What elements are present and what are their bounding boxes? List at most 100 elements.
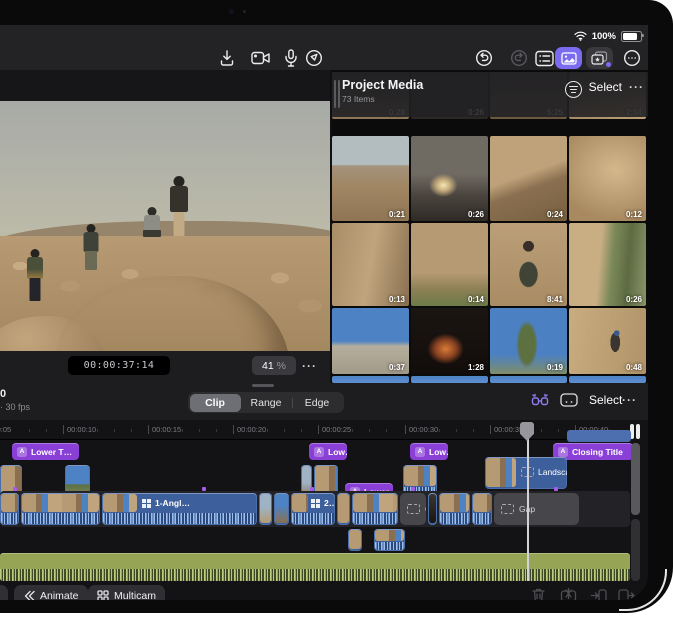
- media-thumb[interactable]: 1:28: [411, 308, 488, 374]
- person-seated: [142, 207, 162, 239]
- gap-label: G…: [425, 504, 426, 514]
- gap-clip[interactable]: Gap: [494, 493, 579, 525]
- ruler-label: 00:00:05: [0, 425, 11, 434]
- media-thumb[interactable]: [569, 376, 646, 383]
- animate-button[interactable]: Animate: [14, 585, 88, 600]
- media-thumb[interactable]: 0:12: [569, 136, 646, 221]
- insert-clip-icon[interactable]: [588, 586, 608, 600]
- app-screen: 100%: [0, 25, 648, 600]
- effects-button[interactable]: [586, 47, 613, 69]
- tab-clip[interactable]: Clip: [190, 394, 241, 412]
- storyline-clip[interactable]: [274, 493, 289, 525]
- media-thumb[interactable]: 8:41: [490, 223, 567, 306]
- connected-clip-bar[interactable]: [567, 430, 631, 442]
- redo-icon[interactable]: [508, 48, 530, 68]
- multicam-button[interactable]: Multicam: [88, 585, 165, 600]
- edit-mode-segmented-control: Clip Range Edge: [188, 392, 344, 413]
- pencil-tool-icon[interactable]: [303, 48, 325, 68]
- media-thumb[interactable]: [411, 376, 488, 383]
- tab-range[interactable]: Range: [241, 394, 292, 412]
- playhead-line[interactable]: [527, 422, 529, 581]
- sensor-dot: [243, 10, 246, 13]
- storyline-clip[interactable]: [259, 493, 272, 525]
- media-thumb[interactable]: 0:26: [411, 136, 488, 221]
- clip-duration: 0:37: [389, 363, 405, 372]
- panel-grip[interactable]: [334, 80, 336, 108]
- title-badge: A: [558, 447, 568, 457]
- ipad-device-frame: 100%: [0, 0, 673, 613]
- timeline-bottom-bar: Animate Multicam: [0, 582, 648, 600]
- clip-duration: 0:19: [547, 363, 563, 372]
- filter-icon[interactable]: [565, 81, 582, 98]
- timecode-display[interactable]: 00:00:37:14: [68, 356, 170, 375]
- media-item-count: 73 Items: [342, 94, 375, 104]
- storyline-clip[interactable]: [439, 493, 470, 525]
- audio-clip[interactable]: [0, 553, 630, 581]
- title-clip[interactable]: ALower T…: [12, 443, 79, 460]
- media-thumb[interactable]: 0:48: [569, 308, 646, 374]
- media-thumb[interactable]: [490, 376, 567, 383]
- status-cluster: 100%: [574, 29, 642, 43]
- timeline-ruler[interactable]: 00:00:05 00:00:10 00:00:15 00:00:20 00:0…: [0, 420, 630, 440]
- import-icon[interactable]: [216, 48, 238, 68]
- media-thumb[interactable]: 0:13: [332, 223, 409, 306]
- media-thumb[interactable]: 0:37: [332, 308, 409, 374]
- viewer-video-frame[interactable]: [0, 101, 330, 351]
- clip-duration: 0:13: [389, 295, 405, 304]
- media-thumb[interactable]: 0:19: [490, 308, 567, 374]
- pane-resize-grip[interactable]: [252, 384, 274, 387]
- storyline-clip[interactable]: [428, 493, 437, 525]
- inspector-icon[interactable]: [533, 48, 555, 68]
- multicam-clip[interactable]: 2…: [291, 493, 335, 525]
- vertical-scrollbar[interactable]: [631, 443, 640, 515]
- storyline-clip[interactable]: [0, 493, 19, 525]
- person-mid-left: [82, 224, 100, 270]
- storyline-clip[interactable]: [337, 493, 350, 525]
- panel-grip[interactable]: [338, 80, 340, 108]
- zoom-unit: %: [277, 360, 286, 372]
- media-thumb[interactable]: 0:14: [411, 223, 488, 306]
- viewer-more-button[interactable]: ···: [302, 359, 317, 373]
- clip-duration: 0:12: [626, 210, 642, 219]
- landscape-clip[interactable]: Landscap…: [485, 457, 567, 489]
- record-video-icon[interactable]: [250, 48, 272, 68]
- animate-icon: [23, 590, 35, 601]
- front-camera: [229, 9, 234, 14]
- ruler-label: 00:00:30: [405, 425, 438, 434]
- media-more-button[interactable]: ···: [629, 80, 644, 94]
- notification-dot: [606, 62, 611, 67]
- title-clip[interactable]: ALow…: [410, 443, 448, 460]
- media-thumb[interactable]: 0:26: [569, 223, 646, 306]
- microphone-icon[interactable]: [280, 48, 302, 68]
- clip-label: 2…: [324, 498, 335, 508]
- storyline-clip[interactable]: [472, 493, 492, 525]
- media-thumb[interactable]: [332, 376, 409, 383]
- gap-clip[interactable]: G…: [400, 493, 426, 525]
- undo-icon[interactable]: [473, 48, 495, 68]
- media-thumb[interactable]: 0:21: [332, 136, 409, 221]
- delete-icon[interactable]: [528, 586, 548, 600]
- title-clip[interactable]: ALow…: [309, 443, 347, 460]
- storyline-clip[interactable]: [352, 493, 398, 525]
- blade-split-icon[interactable]: [558, 586, 578, 600]
- connected-clip-below[interactable]: [348, 529, 362, 551]
- timeline-select-button[interactable]: Select: [589, 393, 622, 407]
- clip-duration: 0:14: [468, 295, 484, 304]
- timeline-more-button[interactable]: ···: [622, 393, 637, 407]
- zoom-level-button[interactable]: 41 %: [252, 356, 296, 375]
- multicam-clip[interactable]: 1-Angl…: [102, 493, 257, 525]
- connected-clip-below[interactable]: [374, 529, 405, 551]
- enhance-icon[interactable]: [531, 392, 549, 414]
- media-thumb[interactable]: 0:24: [490, 136, 567, 221]
- media-browser-button[interactable]: [555, 47, 582, 69]
- storyline-clip[interactable]: [21, 493, 100, 525]
- more-options-icon[interactable]: [621, 48, 643, 68]
- title-clip-label: Lower T…: [31, 447, 72, 457]
- track-scrollbar-handle[interactable]: [636, 424, 640, 439]
- clip-overlay-icon[interactable]: [560, 393, 578, 412]
- viewer-controls: 00:00:37:14 41 % ···: [0, 351, 330, 383]
- cut-off-button[interactable]: [0, 585, 8, 600]
- person-far-left: [26, 249, 44, 301]
- media-select-button[interactable]: Select: [589, 80, 622, 94]
- tab-edge[interactable]: Edge: [292, 394, 343, 412]
